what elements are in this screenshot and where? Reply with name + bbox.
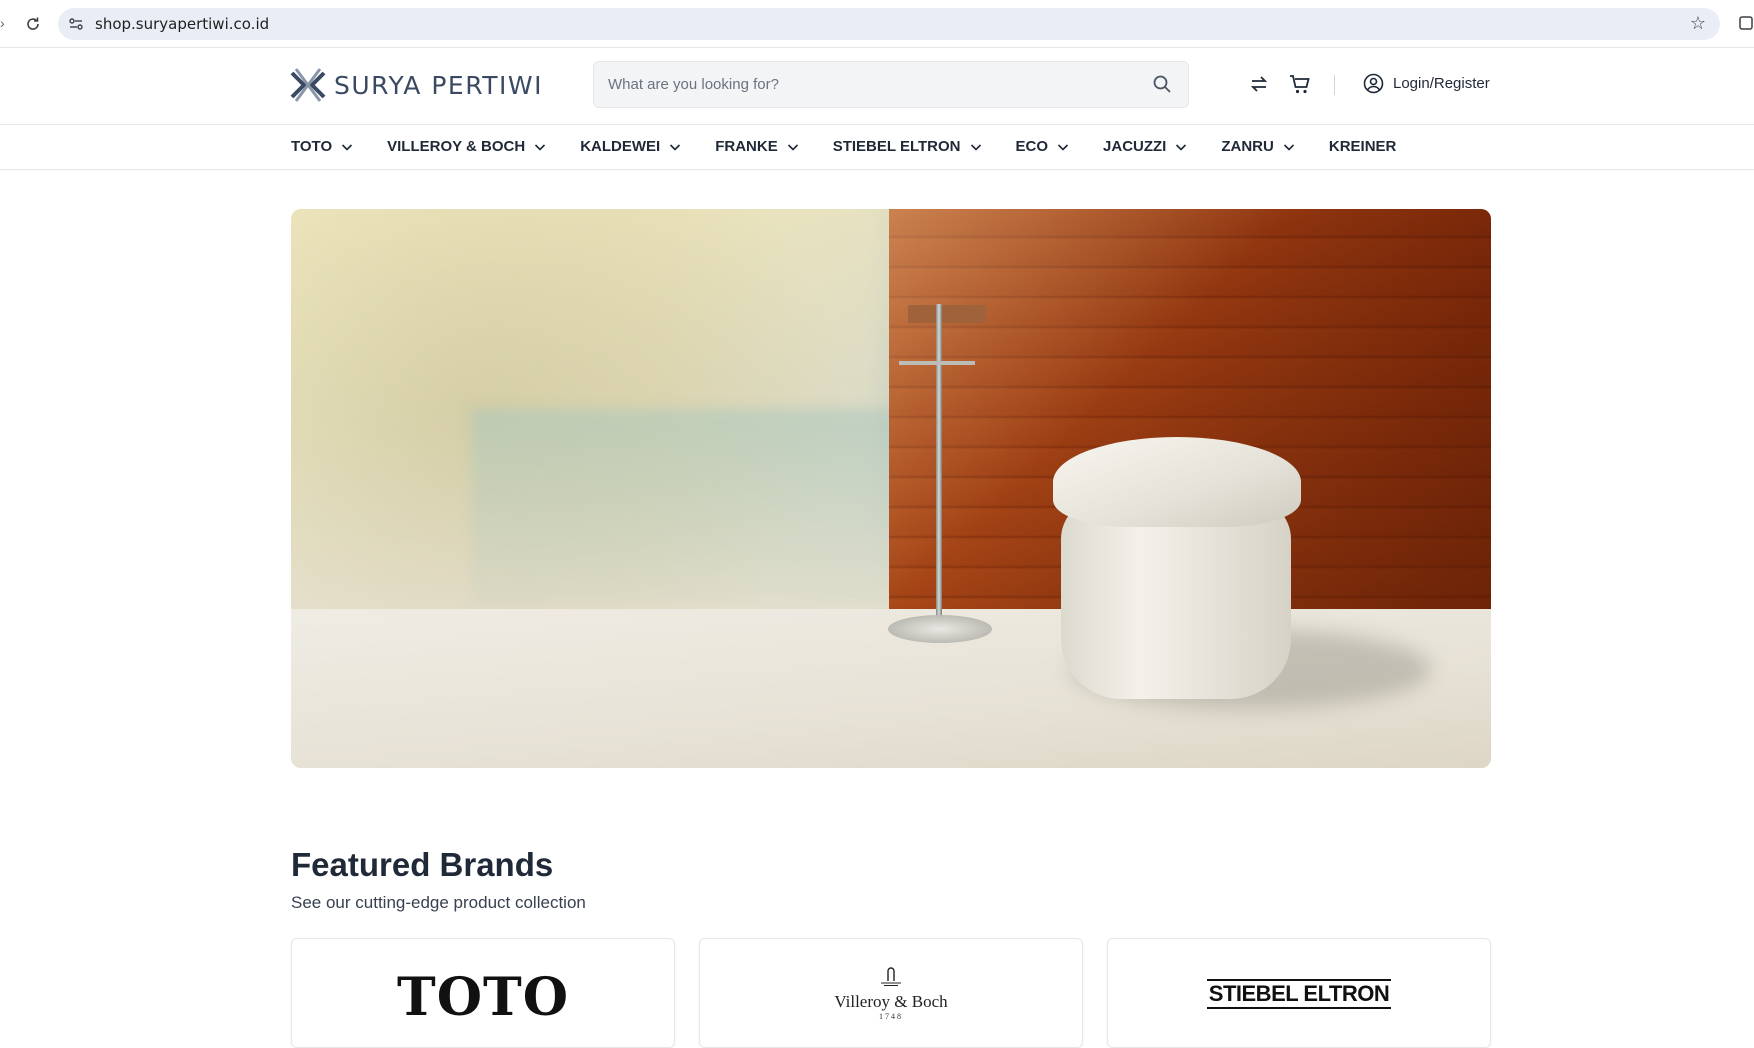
nav-item-label: STIEBEL ELTRON xyxy=(832,138,961,155)
hero-paper-holder-arm xyxy=(899,361,975,365)
back-icon[interactable]: › xyxy=(0,15,5,31)
login-label: Login/Register xyxy=(1393,75,1490,92)
hero-paper-holder-base xyxy=(888,615,992,643)
chevron-down-icon xyxy=(787,143,798,151)
stiebel-eltron-logo: STIEBEL ELTRON xyxy=(1206,979,1392,1009)
reload-icon[interactable] xyxy=(22,13,44,35)
cart-icon[interactable] xyxy=(1289,73,1313,97)
nav-item-label: KREINER xyxy=(1328,138,1397,155)
hero-paper-holder-pole xyxy=(936,304,942,634)
chevron-down-icon xyxy=(1057,143,1069,151)
chevron-down-icon xyxy=(670,143,681,151)
url-text[interactable]: shop.suryapertiwi.co.id xyxy=(95,15,269,33)
villeroy-boch-year: 1748 xyxy=(879,1012,903,1021)
chevron-down-icon xyxy=(535,143,546,151)
search-icon[interactable] xyxy=(1152,74,1174,96)
nav-item-villeroy-boch[interactable]: VILLEROY & BOCH xyxy=(387,138,546,155)
hero-toilet-lid xyxy=(1053,437,1301,527)
address-bar[interactable]: shop.suryapertiwi.co.id ☆ xyxy=(58,8,1720,40)
site-info-icon[interactable] xyxy=(68,16,84,32)
villeroy-boch-logo: Villeroy & Boch xyxy=(834,992,948,1011)
nav-item-stiebel-eltron[interactable]: STIEBEL ELTRON xyxy=(833,138,982,155)
search-input[interactable] xyxy=(608,62,1148,107)
category-list: TOTO VILLEROY & BOCH KALDEWEI FRANKE STI… xyxy=(291,138,1430,155)
nav-item-label: FRANKE xyxy=(715,138,778,155)
nav-item-label: JACUZZI xyxy=(1103,138,1167,155)
search-bar xyxy=(593,61,1189,108)
nav-item-label: KALDEWEI xyxy=(580,138,661,155)
nav-item-franke[interactable]: FRANKE xyxy=(715,138,799,155)
extensions-icon[interactable] xyxy=(1736,14,1754,32)
chevron-down-icon xyxy=(1176,143,1187,151)
chevron-down-icon xyxy=(1283,143,1294,151)
nav-item-jacuzzi[interactable]: JACUZZI xyxy=(1103,138,1187,155)
nav-item-toto[interactable]: TOTO xyxy=(291,138,353,155)
nav-item-zanru[interactable]: ZANRU xyxy=(1221,138,1295,155)
hero-banner[interactable] xyxy=(291,209,1491,768)
toto-logo: TOTO xyxy=(397,967,569,1028)
nav-item-label: VILLEROY & BOCH xyxy=(387,138,526,155)
category-nav: TOTO VILLEROY & BOCH KALDEWEI FRANKE STI… xyxy=(0,125,1754,170)
login-register-link[interactable]: Login/Register xyxy=(1363,73,1490,94)
hero-paper-holder-top xyxy=(908,305,986,323)
hero-lake-scenery xyxy=(471,409,911,609)
nav-item-label: ZANRU xyxy=(1221,138,1274,155)
site-header: SURYA PERTIWI Login/Register xyxy=(0,48,1754,125)
featured-brands-title: Featured Brands xyxy=(291,846,554,883)
header-divider xyxy=(1334,75,1335,95)
brand-card-stiebel-eltron[interactable]: STIEBEL ELTRON xyxy=(1107,938,1491,1048)
logo-mark-icon xyxy=(290,68,326,102)
villeroy-boch-fountain-icon xyxy=(881,967,901,986)
chevron-down-icon xyxy=(342,143,353,151)
nav-item-eco[interactable]: ECO xyxy=(1016,138,1070,155)
nav-item-kaldewei[interactable]: KALDEWEI xyxy=(580,138,681,155)
brand-logo-slot: TOTO xyxy=(292,967,674,1028)
nav-item-label: TOTO xyxy=(291,138,333,155)
chevron-down-icon xyxy=(970,143,981,151)
user-icon xyxy=(1363,73,1384,94)
browser-toolbar: › shop.suryapertiwi.co.id ☆ xyxy=(0,0,1754,48)
compare-icon[interactable] xyxy=(1248,73,1272,97)
featured-brands-subtitle: See our cutting-edge product collection xyxy=(291,893,586,912)
brand-logo-slot: STIEBEL ELTRON xyxy=(1108,979,1490,1009)
nav-item-label: ECO xyxy=(1015,138,1049,155)
brand-card-toto[interactable]: TOTO xyxy=(291,938,675,1048)
bookmark-star-icon[interactable]: ☆ xyxy=(1690,13,1706,34)
site-logo[interactable]: SURYA PERTIWI xyxy=(290,67,543,103)
brand-card-villeroy-boch[interactable]: Villeroy & Boch 1748 xyxy=(699,938,1083,1048)
hero-toilet-body xyxy=(1061,499,1291,699)
brand-logo-slot: Villeroy & Boch 1748 xyxy=(700,963,1082,1021)
nav-item-kreiner[interactable]: KREINER xyxy=(1329,138,1397,155)
logo-text: SURYA PERTIWI xyxy=(334,70,543,100)
